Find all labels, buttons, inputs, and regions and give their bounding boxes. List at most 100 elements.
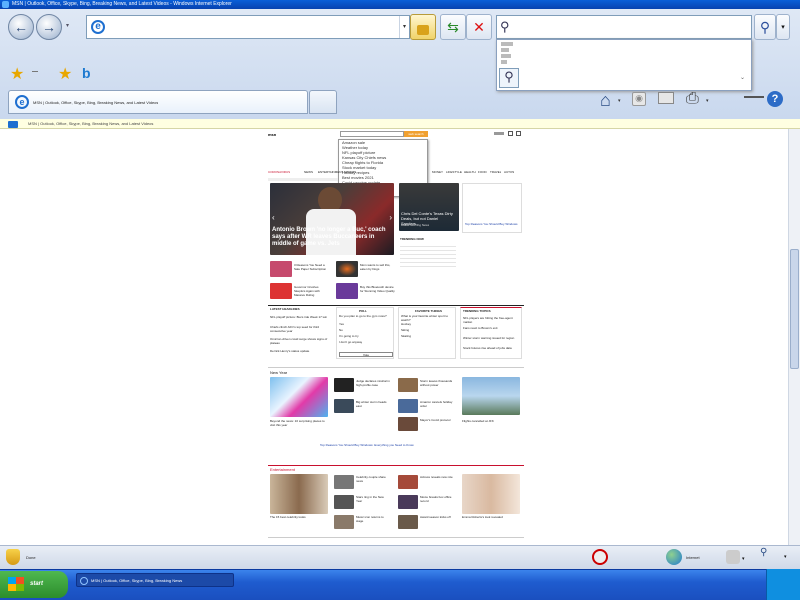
internet-zone-icon[interactable] — [666, 549, 682, 565]
home-icon[interactable]: ⌂ — [600, 90, 611, 111]
news-feature-image[interactable] — [462, 377, 520, 415]
start-button[interactable]: start — [0, 571, 68, 598]
forward-button[interactable]: → — [36, 14, 62, 40]
nav-item[interactable]: TRAVEL — [490, 170, 501, 175]
nav-item[interactable]: LIFESTYLE — [446, 170, 462, 175]
zoom-icon[interactable]: ⚲ — [760, 547, 767, 558]
taskbar-item-ie[interactable]: MSN | Outlook, Office, Skype, Bing, Brea… — [76, 573, 234, 587]
poll-option[interactable]: No — [339, 328, 343, 333]
story-thumb[interactable] — [336, 283, 358, 299]
stop-button[interactable]: ✕ — [466, 14, 492, 40]
suggestion-line[interactable] — [501, 42, 513, 46]
msn-search-input[interactable] — [340, 131, 404, 137]
msn-header-link[interactable] — [494, 132, 504, 135]
side-ad-link[interactable]: Top Reasons You Should Buy Windows — [465, 222, 521, 226]
system-tray[interactable] — [766, 569, 800, 600]
ent-thumb[interactable] — [398, 515, 418, 529]
zoom-chevron-icon[interactable]: ▾ — [784, 554, 787, 560]
ent-thumb[interactable] — [398, 495, 418, 509]
section-label-news[interactable]: New Year — [270, 370, 287, 375]
poll2-option[interactable]: Hockey — [401, 322, 411, 327]
help-icon[interactable]: ? — [767, 91, 783, 107]
side-story-source[interactable]: Dallas Morning News — [401, 223, 429, 228]
suggestion-line[interactable] — [501, 54, 511, 58]
print-chevron-icon[interactable]: ▾ — [706, 98, 709, 104]
nav-item[interactable]: NEWS — [304, 170, 313, 175]
headline[interactable]: Omicron-driven covid surge shows signs o… — [270, 337, 330, 345]
protected-mode-chevron-icon[interactable]: ▾ — [742, 556, 745, 562]
headline[interactable]: Derrick Henry's status update — [270, 349, 330, 353]
nav-item[interactable]: CORONAVIRUS — [268, 170, 290, 175]
news-hero-image[interactable] — [270, 377, 328, 417]
news-thumb[interactable] — [398, 399, 418, 413]
story-thumb[interactable] — [270, 283, 292, 299]
privacy-icon[interactable] — [592, 549, 608, 565]
poll2-option[interactable]: Skating — [401, 334, 411, 339]
side-story-image[interactable]: Chris Del Conte's Texas Dirty Deals, but… — [399, 183, 459, 231]
shield-icon[interactable] — [6, 549, 20, 565]
msn-profile-icon[interactable] — [516, 131, 521, 136]
security-lock-button[interactable] — [410, 14, 436, 40]
news-title[interactable]: Judge declares mistrial in high-profile … — [356, 379, 390, 387]
side-ad[interactable]: Top Reasons You Should Buy Windows — [462, 183, 522, 233]
ent-title[interactable]: Movie breaks box office record — [420, 495, 454, 503]
news-thumb[interactable] — [398, 417, 418, 431]
poll2-option[interactable]: Skiing — [401, 328, 409, 333]
ent-title[interactable]: Celebrity couple share news — [356, 475, 390, 483]
topic[interactable]: Fans react to Brown's exit — [463, 326, 521, 330]
ent-hero-caption[interactable]: The 15 best celebrity looks — [270, 515, 306, 520]
favorites-star-icon[interactable]: ★ — [10, 64, 24, 84]
news-thumb[interactable] — [398, 378, 418, 392]
nav-item[interactable]: SPORTS — [344, 170, 356, 175]
nav-item[interactable]: ENTERTAINMENT — [318, 170, 343, 175]
address-dropdown-chevron-icon[interactable]: ▾ — [399, 16, 409, 38]
story-title[interactable]: Mom wants to sell this, eaten by Dogs — [360, 263, 396, 271]
section-label-entertainment[interactable]: Entertainment — [270, 467, 295, 472]
story-title[interactable]: Buy this Bluetooth device for Stunning V… — [360, 285, 396, 293]
trending-list[interactable] — [400, 243, 456, 267]
print-icon[interactable]: ⎙ — [686, 90, 699, 108]
msn-search-button[interactable]: web search — [404, 131, 428, 137]
nav-item[interactable]: HEALTH — [464, 170, 476, 175]
search-go-button[interactable]: ⚲ — [754, 14, 776, 40]
search-options-button[interactable]: ▾ — [776, 14, 790, 40]
nav-item[interactable]: MONEY — [432, 170, 443, 175]
protected-mode-icon[interactable] — [726, 550, 740, 564]
bing-icon[interactable]: b — [82, 65, 91, 81]
hero-prev-chevron-icon[interactable]: ‹ — [272, 213, 275, 222]
nav-item[interactable]: AUTOS — [504, 170, 514, 175]
mail-icon[interactable] — [658, 92, 674, 104]
story-title[interactable]: 3 Reasons You Need a Sale Paper Subscrip… — [294, 263, 330, 271]
ent-hero-image[interactable] — [270, 474, 328, 514]
tab-msn[interactable]: e MSN | Outlook, Office, Skype, Bing, Br… — [8, 90, 308, 114]
headline[interactable]: Chiefs clinch AFC's top seed for third c… — [270, 325, 330, 333]
new-tab-button[interactable] — [309, 90, 337, 114]
hero-image[interactable]: ‹ › Antonio Brown 'no longer a Buc,' coa… — [270, 183, 394, 255]
topic[interactable]: Stock futures rise ahead of jobs data — [463, 346, 521, 350]
hero-caption[interactable]: Antonio Brown 'no longer a Buc,' coach s… — [272, 227, 392, 248]
ent-thumb[interactable] — [334, 515, 354, 529]
feeds-icon[interactable]: ◉ — [632, 92, 646, 106]
scrollbar-thumb[interactable] — [790, 249, 799, 369]
news-thumb[interactable] — [334, 378, 354, 392]
news-hero-caption[interactable]: Beyond the news: 10 surprising places to… — [270, 419, 328, 427]
address-bar[interactable]: e ▾ — [86, 15, 410, 39]
story-thumb[interactable] — [270, 261, 292, 277]
ent-title[interactable]: Award season kicks off — [420, 515, 454, 519]
hero-next-chevron-icon[interactable]: › — [389, 213, 392, 222]
suggestion-line[interactable] — [501, 48, 509, 52]
ent-thumb[interactable] — [334, 475, 354, 489]
back-button[interactable]: ← — [8, 14, 34, 40]
news-title[interactable]: Big winter storm heads east — [356, 400, 390, 408]
sponsored-link[interactable]: Top Reasons You Should Buy Windows: Ever… — [320, 443, 460, 447]
ent-thumb[interactable] — [334, 495, 354, 509]
ent-feature-caption[interactable]: Emma Roberts's look revealed — [462, 515, 520, 519]
ent-thumb[interactable] — [398, 475, 418, 489]
search-box[interactable]: ⚲ — [496, 15, 752, 39]
poll-option[interactable]: I'm going to try — [339, 334, 359, 339]
poll-option[interactable]: Yes — [339, 322, 344, 327]
msn-settings-icon[interactable] — [508, 131, 513, 136]
news-feature-title[interactable]: Flights cancelled at JFK — [462, 419, 520, 423]
information-bar[interactable]: MSN | Outlook, Office, Skype, Bing, Brea… — [0, 119, 800, 129]
ent-title[interactable]: Actress reveals new role — [420, 475, 454, 479]
